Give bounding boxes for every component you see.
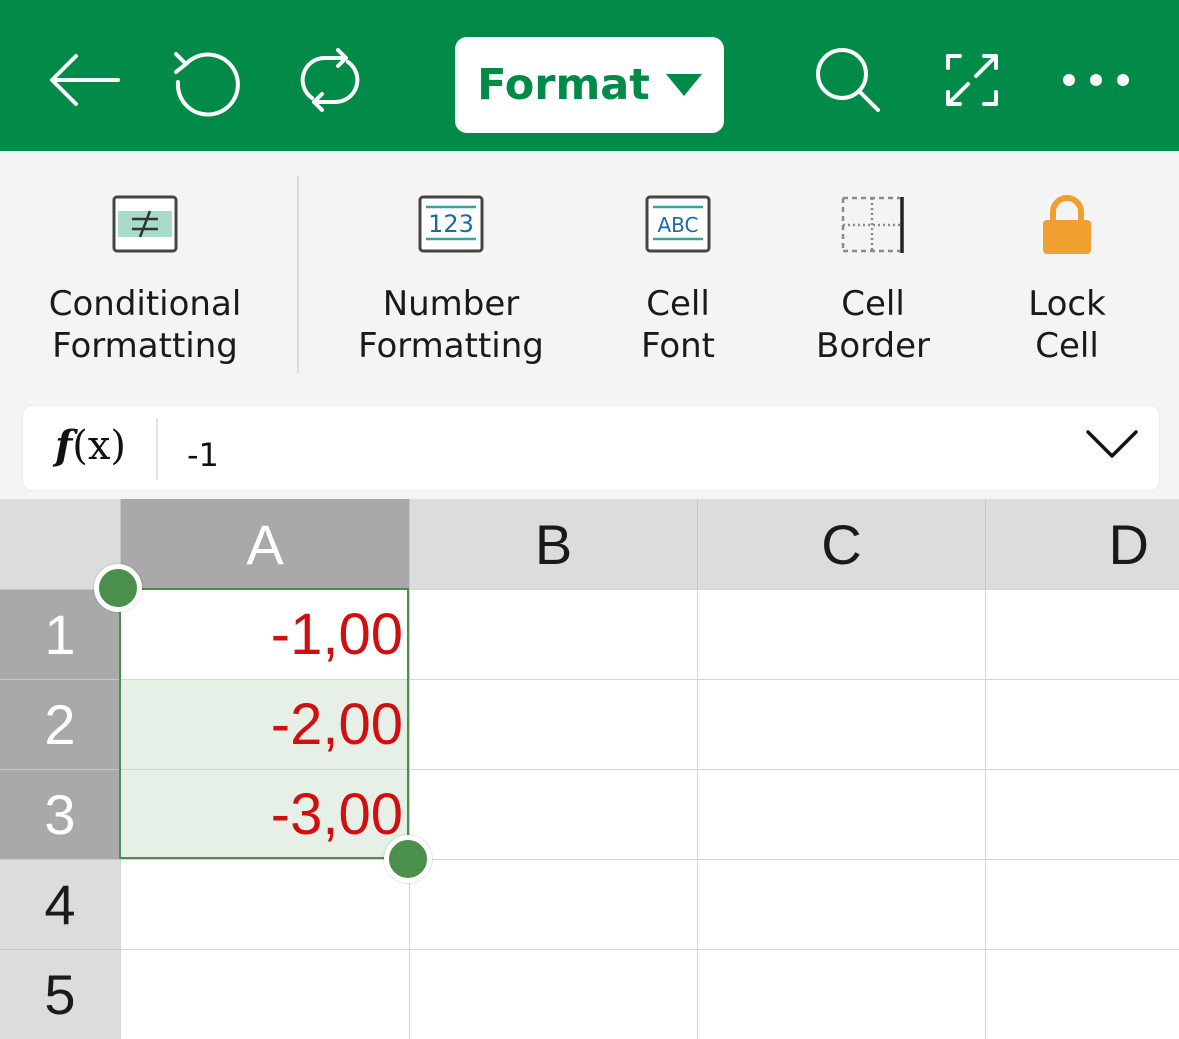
column-header-b[interactable]: B <box>409 499 697 589</box>
cell-d2[interactable] <box>985 679 1179 769</box>
cell-border-label-line1: Cell <box>841 284 905 324</box>
format-label: Format <box>477 60 650 110</box>
cell-font-label-line1: Cell <box>646 284 710 324</box>
row-header-2[interactable]: 2 <box>0 679 120 769</box>
caret-down-icon <box>665 74 702 96</box>
cell-border-icon <box>841 196 904 253</box>
top-toolbar: Format <box>0 0 1179 151</box>
cell-border-button[interactable]: Cell Border <box>800 151 946 401</box>
lock-cell-label-line2: Cell <box>1035 326 1099 366</box>
more-icon[interactable] <box>1056 40 1136 120</box>
format-ribbon: Conditional Formatting 123 Number Format… <box>0 151 1179 401</box>
sync-icon[interactable] <box>290 40 370 120</box>
search-icon[interactable] <box>808 40 888 120</box>
cell-a3[interactable]: -3,00 <box>120 769 409 859</box>
undo-icon[interactable] <box>166 40 246 120</box>
cell-c5[interactable] <box>697 949 985 1039</box>
function-icon[interactable]: f(x) <box>55 422 126 469</box>
lock-cell-label-line1: Lock <box>1028 284 1106 324</box>
conditional-formatting-label-line2: Formatting <box>52 326 238 366</box>
conditional-formatting-icon <box>112 195 178 253</box>
cell-c3[interactable] <box>697 769 985 859</box>
cell-a1[interactable]: -1,00 <box>120 589 409 679</box>
number-formatting-label-line1: Number <box>382 284 520 324</box>
column-header-d[interactable]: D <box>985 499 1179 589</box>
cell-font-label-line2: Font <box>640 326 716 366</box>
selection-handle-start[interactable] <box>94 564 142 612</box>
cell-b1[interactable] <box>409 589 697 679</box>
cell-d5[interactable] <box>985 949 1179 1039</box>
number-formatting-icon-text: 123 <box>428 210 474 238</box>
conditional-formatting-button[interactable]: Conditional Formatting <box>30 151 260 401</box>
cell-a5[interactable] <box>120 949 409 1039</box>
cell-font-button[interactable]: ABC Cell Font <box>608 151 748 401</box>
cell-c4[interactable] <box>697 859 985 949</box>
back-arrow-icon[interactable] <box>44 40 124 120</box>
row-header-3[interactable]: 3 <box>0 769 120 859</box>
cell-d1[interactable] <box>985 589 1179 679</box>
formula-bar[interactable]: f(x) -1 <box>22 405 1160 491</box>
chevron-down-icon[interactable] <box>1085 428 1139 462</box>
number-formatting-icon: 123 <box>418 195 484 253</box>
conditional-formatting-label-line1: Conditional <box>48 284 242 324</box>
number-formatting-label-line2: Formatting <box>358 326 544 366</box>
cell-b2[interactable] <box>409 679 697 769</box>
lock-icon <box>1043 195 1091 254</box>
row-header-5[interactable]: 5 <box>0 949 120 1039</box>
format-menu-button[interactable]: Format <box>455 37 724 133</box>
spreadsheet-grid: A B C D 1 2 3 4 5 -1,00 -2,00 -3,00 <box>0 499 1179 1039</box>
ribbon-divider <box>297 176 299 373</box>
cell-b4[interactable] <box>409 859 697 949</box>
cell-font-icon: ABC <box>645 195 711 253</box>
cell-border-label-line2: Border <box>816 326 930 366</box>
formula-bar-area: f(x) -1 <box>0 401 1179 499</box>
formula-bar-separator <box>156 418 158 480</box>
number-formatting-button[interactable]: 123 Number Formatting <box>340 151 562 401</box>
formula-input[interactable]: -1 <box>187 436 219 474</box>
cell-c2[interactable] <box>697 679 985 769</box>
cell-a4[interactable] <box>120 859 409 949</box>
column-header-a[interactable]: A <box>120 499 409 589</box>
row-header-4[interactable]: 4 <box>0 859 120 949</box>
cell-a2[interactable]: -2,00 <box>120 679 409 769</box>
fullscreen-icon[interactable] <box>932 40 1012 120</box>
column-header-c[interactable]: C <box>697 499 985 589</box>
cell-b5[interactable] <box>409 949 697 1039</box>
selection-handle-end[interactable] <box>384 835 432 883</box>
cell-c1[interactable] <box>697 589 985 679</box>
cell-font-icon-text: ABC <box>657 213 698 237</box>
cell-d4[interactable] <box>985 859 1179 949</box>
cell-b3[interactable] <box>409 769 697 859</box>
lock-cell-button[interactable]: Lock Cell <box>1000 151 1134 401</box>
cell-d3[interactable] <box>985 769 1179 859</box>
